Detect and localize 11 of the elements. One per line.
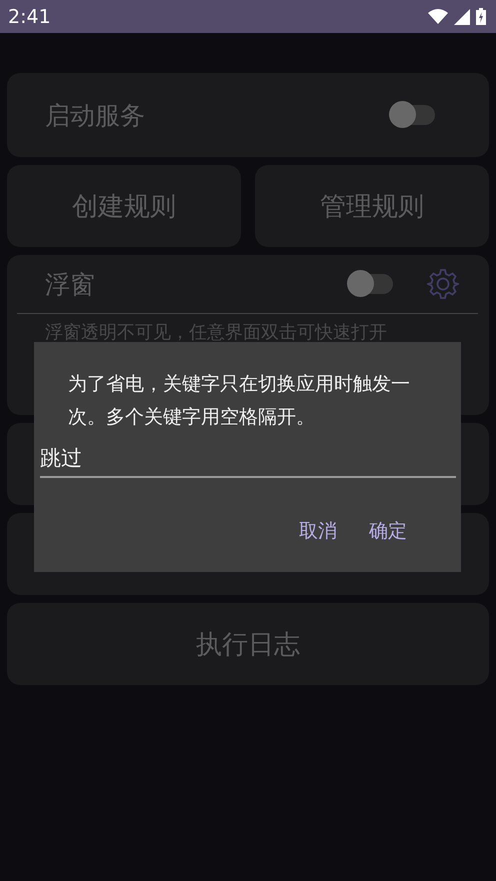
service-label: 启动服务 (45, 100, 145, 132)
settings-icon[interactable] (427, 268, 459, 300)
wifi-icon (428, 9, 448, 24)
signal-icon (454, 8, 470, 24)
status-time: 2:41 (8, 6, 51, 28)
dialog-message: 为了省电，关键字只在切换应用时触发一次。多个关键字用空格隔开。 (68, 372, 411, 430)
floating-window-label: 浮窗 (45, 268, 96, 300)
dialog-button[interactable]: 取消 (297, 514, 339, 548)
dialog-button[interactable]: 确定 (367, 514, 409, 548)
battery-icon (476, 8, 486, 25)
keyword-input-field[interactable]: 跳过 (40, 446, 456, 478)
